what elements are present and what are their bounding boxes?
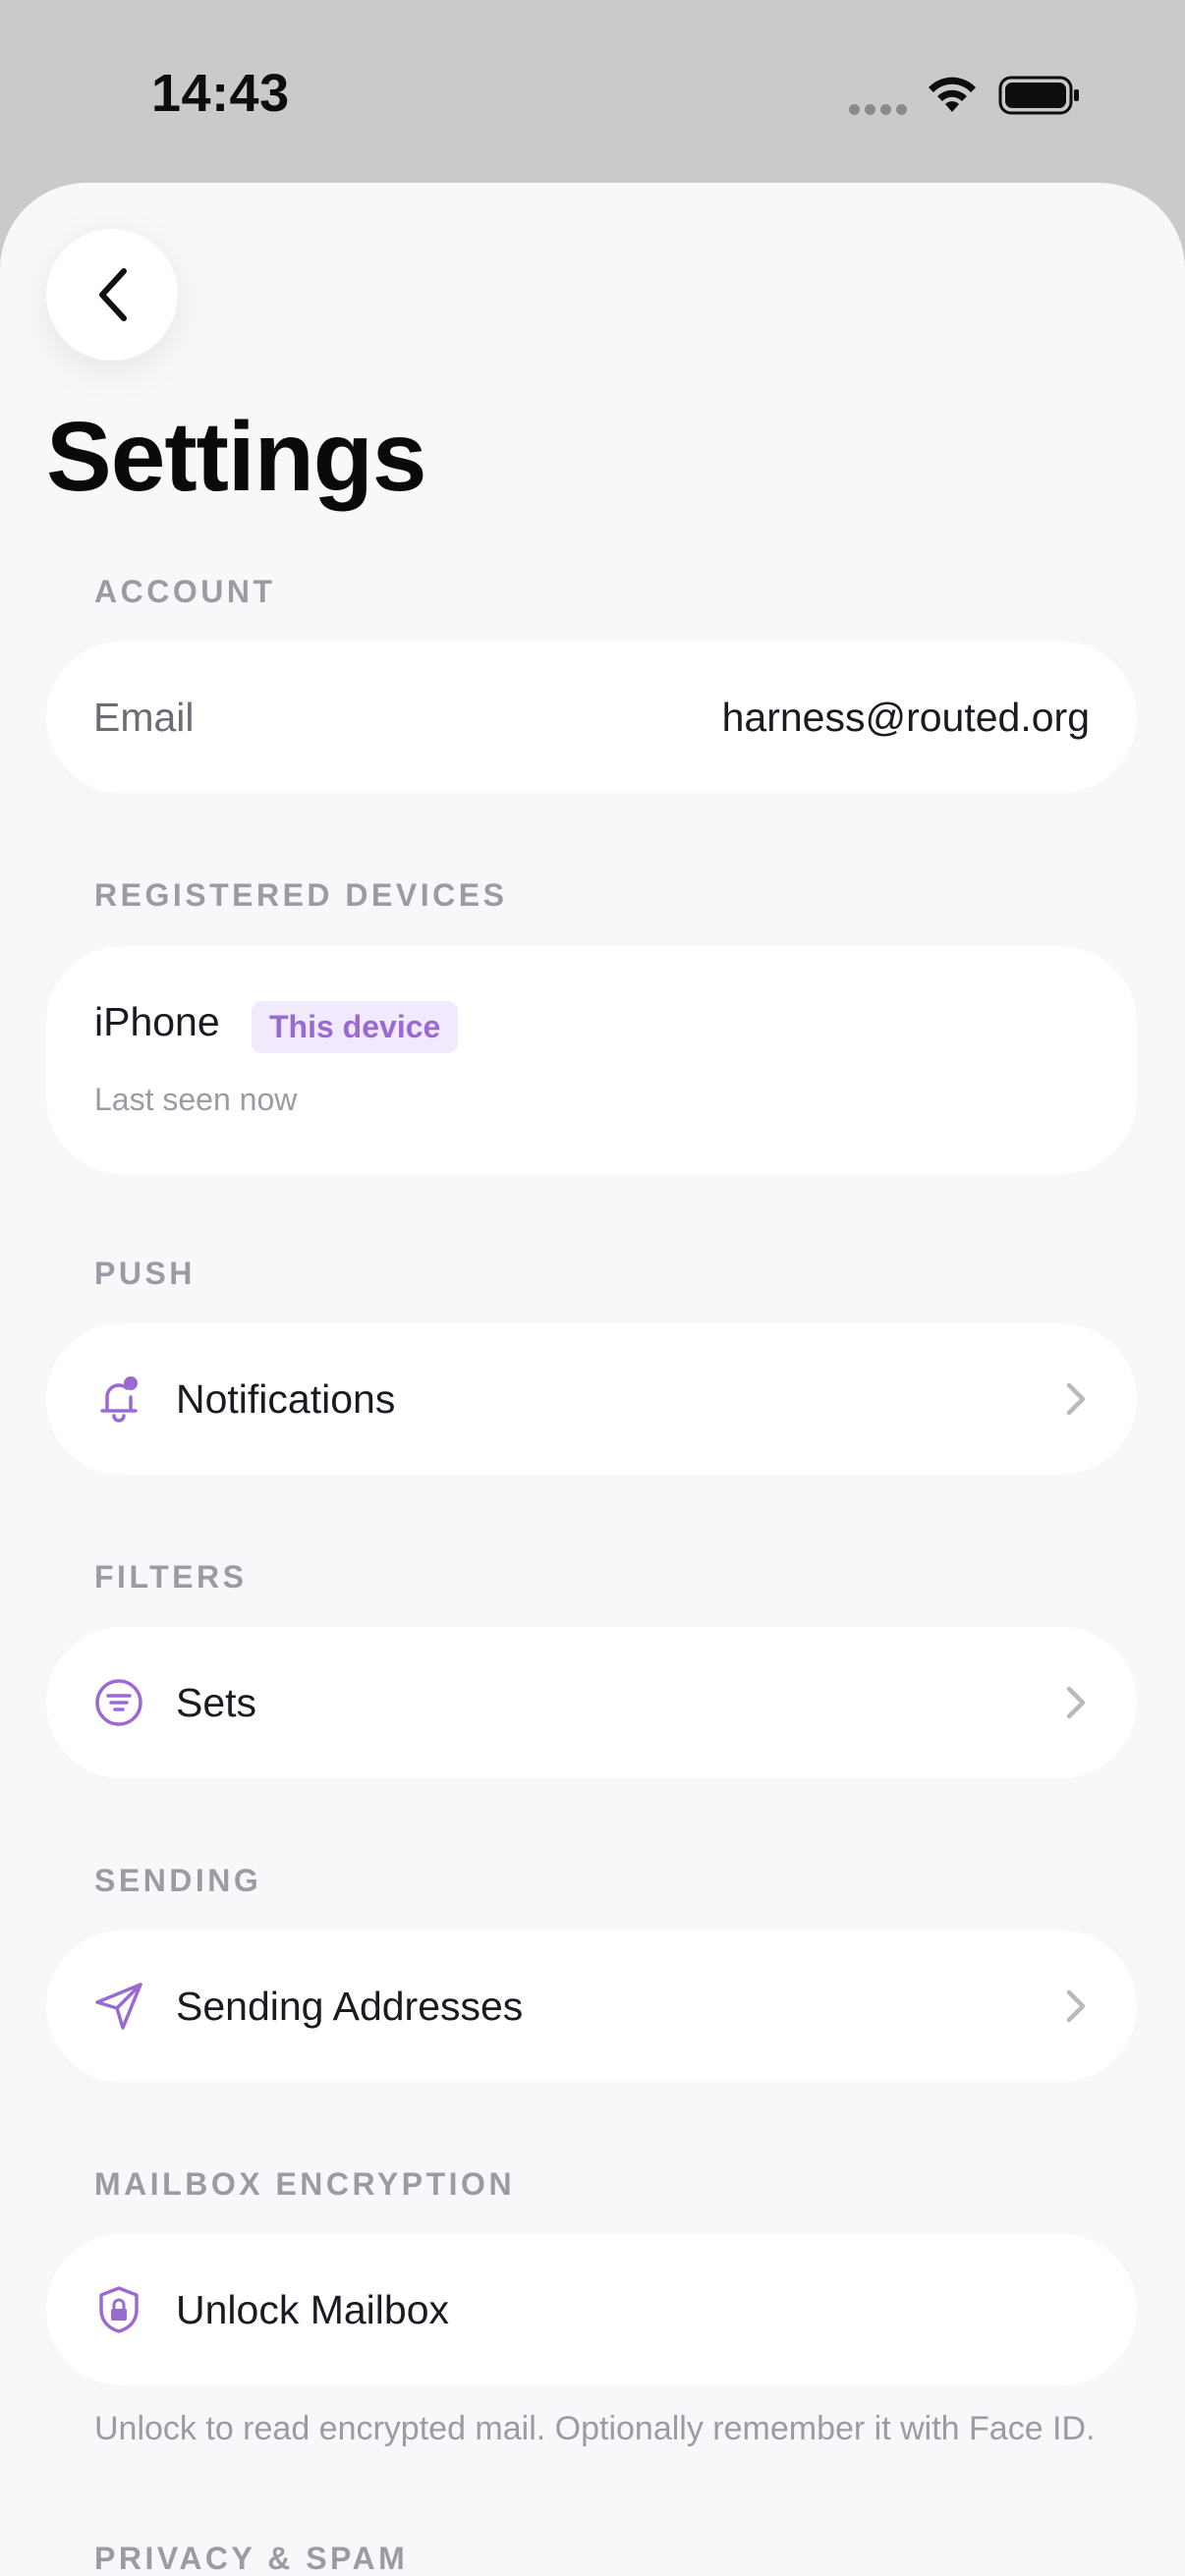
section-label-sending: SENDING (94, 1863, 262, 1898)
email-value: harness@routed.org (721, 694, 1090, 740)
unlock-mailbox-label: Unlock Mailbox (176, 2286, 449, 2332)
section-label-privacy: PRIVACY & SPAM (94, 2541, 409, 2576)
section-label-devices: REGISTERED DEVICES (94, 877, 508, 913)
sets-label: Sets (176, 1679, 257, 1725)
sending-addresses-row[interactable]: Sending Addresses (46, 1931, 1137, 2082)
bell-icon (100, 1376, 138, 1423)
device-badge: This device (252, 1001, 459, 1053)
page-title: Settings (46, 402, 426, 512)
filter-icon (95, 1679, 142, 1726)
cellular-signal-icon (849, 102, 912, 120)
device-last-seen: Last seen now (94, 1082, 298, 1117)
device-name: iPhone (94, 999, 220, 1044)
wifi-icon (929, 77, 976, 112)
status-bar: 14:43 (0, 0, 1185, 183)
battery-icon (998, 76, 1079, 115)
email-label: Email (93, 694, 195, 740)
sending-addresses-label: Sending Addresses (176, 1983, 524, 2029)
sets-row[interactable]: Sets (46, 1627, 1137, 1778)
chevron-right-icon (1066, 1989, 1086, 2023)
chevron-right-icon (1066, 1382, 1086, 1416)
email-row: Email harness@routed.org (46, 642, 1137, 793)
section-label-filters: FILTERS (94, 1559, 248, 1595)
chevron-left-icon (99, 268, 127, 321)
paper-plane-icon (95, 1983, 142, 2030)
status-time: 14:43 (151, 64, 290, 123)
settings-sheet: Settings ACCOUNT Email harness@routed.or… (0, 183, 1185, 2576)
notifications-row[interactable]: Notifications (46, 1323, 1137, 1475)
chevron-right-icon (1066, 1686, 1086, 1719)
back-button[interactable] (46, 229, 178, 361)
notifications-label: Notifications (176, 1375, 396, 1422)
section-label-encryption: MAILBOX ENCRYPTION (94, 2166, 516, 2202)
shield-lock-icon (99, 2286, 139, 2333)
section-label-account: ACCOUNT (94, 574, 276, 609)
unlock-mailbox-row[interactable]: Unlock Mailbox (46, 2234, 1137, 2385)
section-label-push: PUSH (94, 1256, 196, 1291)
encryption-helper-text: Unlock to read encrypted mail. Optionall… (94, 2410, 1096, 2447)
device-row: iPhone This device Last seen now (46, 946, 1137, 1174)
